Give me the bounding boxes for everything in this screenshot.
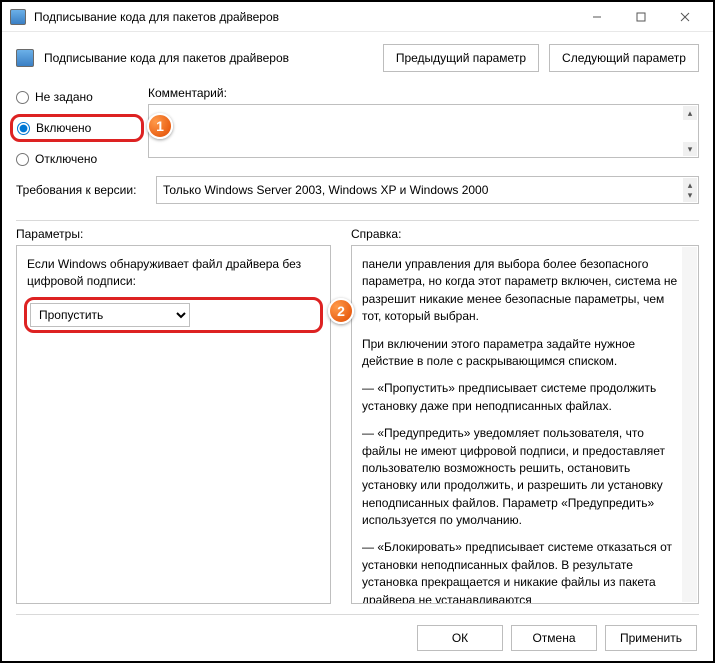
maximize-icon (636, 12, 646, 22)
dialog-buttons: ОК Отмена Применить (16, 615, 699, 661)
options-section-label: Параметры: (16, 227, 331, 241)
window-title: Подписывание кода для пакетов драйверов (34, 10, 575, 24)
requirements-value: Только Windows Server 2003, Windows XP и… (163, 183, 488, 197)
options-panel: Если Windows обнаруживает файл драйвера … (16, 245, 331, 604)
app-icon (10, 9, 26, 25)
help-scrollbar[interactable] (682, 247, 697, 602)
requirements-label: Требования к версии: (16, 183, 146, 197)
ok-button[interactable]: ОК (417, 625, 503, 651)
help-paragraph: панели управления для выбора более безоп… (362, 256, 680, 326)
policy-heading: Подписывание кода для пакетов драйверов (44, 51, 373, 65)
scroll-down-icon[interactable]: ▾ (683, 188, 697, 202)
radio-enabled-label: Включено (36, 121, 91, 135)
close-button[interactable] (663, 3, 707, 31)
help-section-label: Справка: (351, 227, 401, 241)
callout-1: 1 (147, 113, 173, 139)
radio-not-configured-input[interactable] (16, 91, 29, 104)
help-panel: панели управления для выбора более безоп… (351, 245, 699, 604)
radio-disabled-label: Отключено (35, 152, 97, 166)
highlight-dropdown: Пропустить Предупредить Блокировать 2 (24, 297, 323, 333)
close-icon (680, 12, 690, 22)
radio-enabled[interactable]: Включено (17, 121, 133, 135)
help-paragraph: — «Предупредить» уведомляет пользователя… (362, 425, 680, 529)
maximize-button[interactable] (619, 3, 663, 31)
comment-label: Комментарий: (148, 86, 699, 100)
minimize-icon (592, 12, 602, 22)
radio-not-configured[interactable]: Не задано (16, 90, 136, 104)
callout-2: 2 (328, 298, 354, 324)
help-paragraph: При включении этого параметра задайте ну… (362, 336, 680, 371)
options-prompt: Если Windows обнаруживает файл драйвера … (27, 256, 320, 290)
radio-not-configured-label: Не задано (35, 90, 93, 104)
policy-icon (16, 49, 34, 67)
titlebar: Подписывание кода для пакетов драйверов (2, 2, 713, 32)
next-setting-button[interactable]: Следующий параметр (549, 44, 699, 72)
divider (16, 220, 699, 221)
help-paragraph: — «Блокировать» предписывает системе отк… (362, 539, 680, 604)
cancel-button[interactable]: Отмена (511, 625, 597, 651)
radio-disabled-input[interactable] (16, 153, 29, 166)
scroll-up-icon[interactable]: ▴ (683, 106, 697, 120)
help-paragraph: — «Пропустить» предписывает системе прод… (362, 380, 680, 415)
state-radio-group: Не задано Включено 1 Отключено (16, 86, 136, 166)
minimize-button[interactable] (575, 3, 619, 31)
apply-button[interactable]: Применить (605, 625, 697, 651)
radio-disabled[interactable]: Отключено (16, 152, 136, 166)
radio-enabled-input[interactable] (17, 122, 30, 135)
comment-textbox[interactable]: ▴ ▾ (148, 104, 699, 158)
requirements-box: Только Windows Server 2003, Windows XP и… (156, 176, 699, 204)
highlight-enabled: Включено 1 (10, 114, 144, 142)
prev-setting-button[interactable]: Предыдущий параметр (383, 44, 539, 72)
signing-action-select[interactable]: Пропустить Предупредить Блокировать (30, 303, 190, 327)
scroll-down-icon[interactable]: ▾ (683, 142, 697, 156)
header-row: Подписывание кода для пакетов драйверов … (16, 44, 699, 72)
